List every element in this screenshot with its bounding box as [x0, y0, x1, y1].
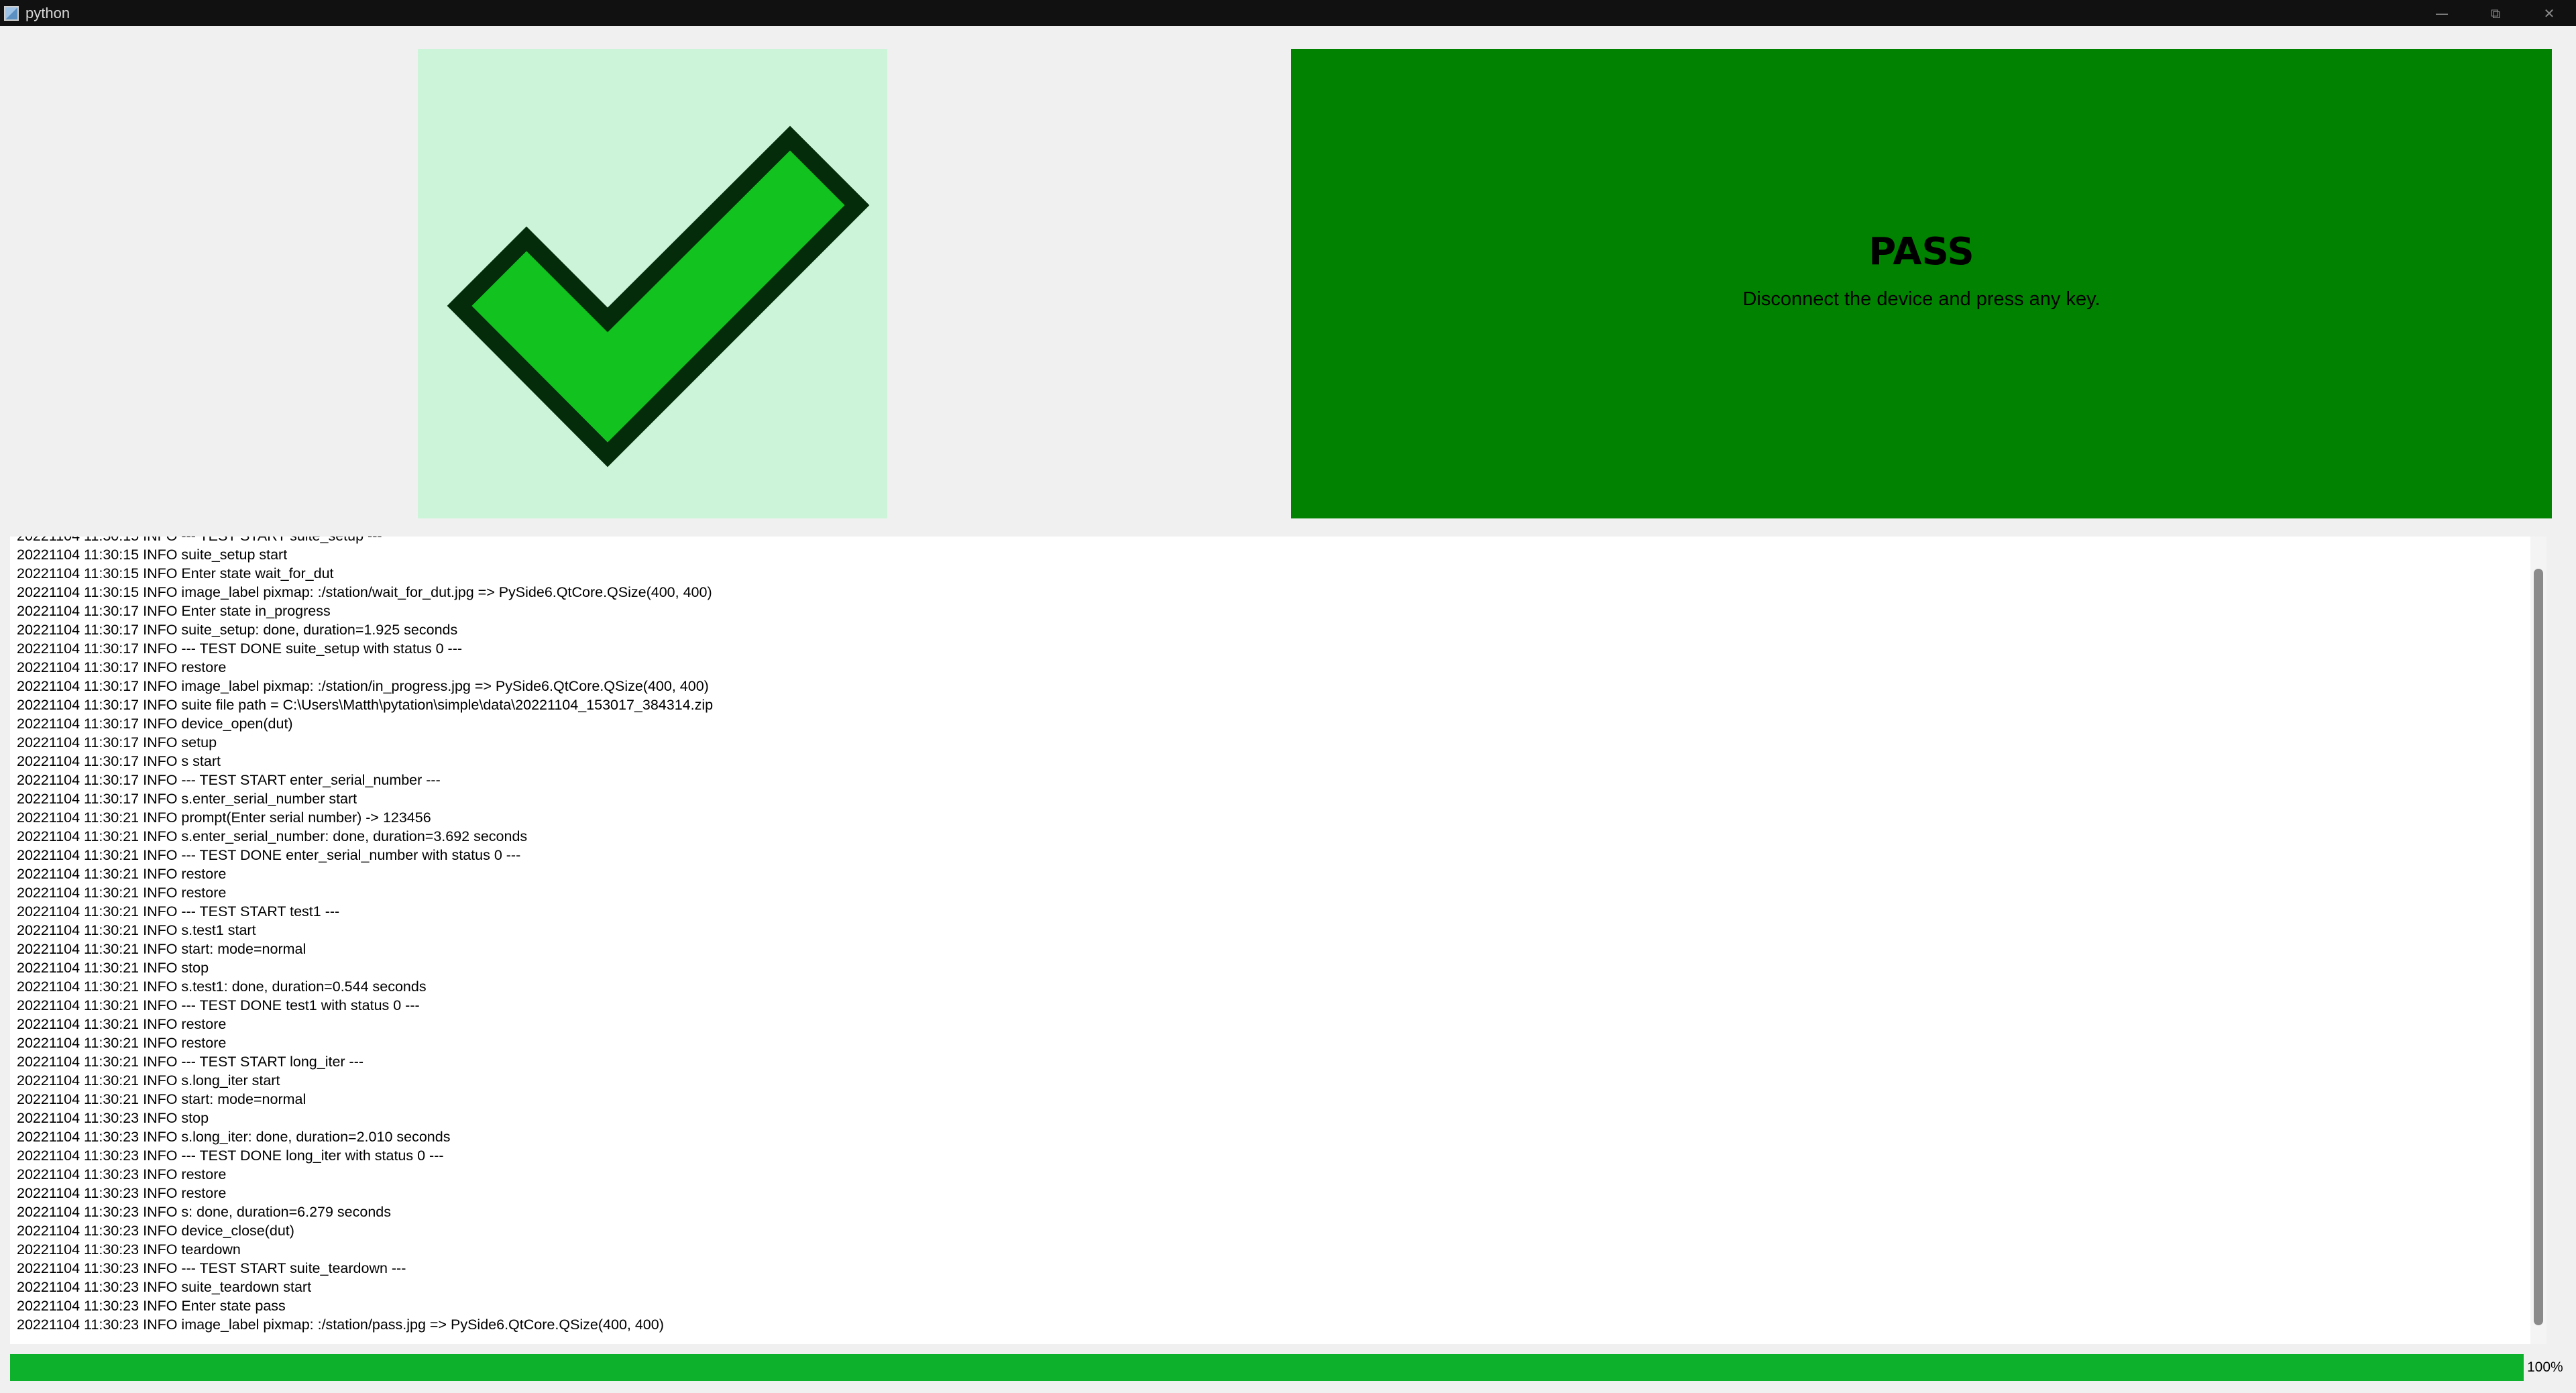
close-icon[interactable]: ✕ — [2522, 0, 2576, 26]
log-line: 20221104 11:30:23 INFO Enter state pass — [17, 1298, 286, 1314]
log-line: 20221104 11:30:17 INFO --- TEST DONE sui… — [17, 640, 463, 657]
log-line: 20221104 11:30:23 INFO s.long_iter: done… — [17, 1129, 451, 1145]
log-line: 20221104 11:30:15 INFO suite_setup start — [17, 547, 288, 563]
minimize-icon[interactable]: — — [2415, 0, 2469, 26]
log-line: 20221104 11:30:21 INFO stop — [17, 960, 209, 976]
app-icon — [4, 5, 19, 21]
checkmark-icon — [447, 125, 870, 467]
log-line: 20221104 11:30:21 INFO s.enter_serial_nu… — [17, 828, 528, 844]
status-title: PASS — [1868, 230, 1974, 274]
log-line: 20221104 11:30:15 INFO --- TEST START su… — [17, 537, 713, 545]
title-bar[interactable]: python — ⧉ ✕ — [0, 0, 2576, 26]
log-line: 20221104 11:30:21 INFO --- TEST DONE tes… — [17, 997, 420, 1013]
log-scrollbar[interactable] — [2530, 537, 2546, 1344]
log-line: 20221104 11:30:15 INFO Enter state wait_… — [17, 565, 334, 581]
status-message: Disconnect the device and press any key. — [1742, 288, 2101, 310]
log-line: 20221104 11:30:21 INFO prompt(Enter seri… — [17, 810, 431, 826]
log-line: 20221104 11:30:23 INFO --- TEST DONE lon… — [17, 1148, 444, 1164]
log-line: 20221104 11:30:23 INFO suite_teardown st… — [17, 1279, 312, 1295]
log-line: 20221104 11:30:21 INFO --- TEST START lo… — [17, 1054, 364, 1070]
log-output[interactable]: 20221104 11:30:15 INFO --- TEST START su… — [10, 537, 2546, 1344]
log-line: 20221104 11:30:21 INFO restore — [17, 1035, 227, 1051]
log-line: 20221104 11:30:17 INFO device_open(dut) — [17, 716, 293, 732]
scrollbar-thumb[interactable] — [2534, 569, 2543, 1325]
log-line: 20221104 11:30:23 INFO device_close(dut) — [17, 1223, 294, 1239]
log-line: 20221104 11:30:21 INFO --- TEST DONE ent… — [17, 847, 521, 863]
log-line: 20221104 11:30:17 INFO --- TEST START en… — [17, 772, 441, 788]
log-line: 20221104 11:30:17 INFO suite file path =… — [17, 697, 714, 713]
progress-bar — [10, 1354, 2524, 1381]
window-title: python — [25, 4, 70, 21]
progress-label: 100% — [2527, 1359, 2563, 1375]
log-line: 20221104 11:30:23 INFO --- TEST START su… — [17, 1260, 406, 1276]
log-line: 20221104 11:30:21 INFO restore — [17, 1016, 227, 1032]
log-line: 20221104 11:30:23 INFO stop — [17, 1110, 209, 1126]
log-line: 20221104 11:30:17 INFO s.enter_serial_nu… — [17, 791, 357, 807]
log-line: 20221104 11:30:17 INFO image_label pixma… — [17, 678, 709, 694]
window-controls: — ⧉ ✕ — [2415, 0, 2576, 26]
log-line: 20221104 11:30:17 INFO setup — [17, 734, 217, 750]
log-line: 20221104 11:30:15 INFO image_label pixma… — [17, 584, 712, 600]
log-line: 20221104 11:30:23 INFO image_label pixma… — [17, 1317, 664, 1333]
log-line: 20221104 11:30:17 INFO Enter state in_pr… — [17, 603, 331, 619]
log-line: 20221104 11:30:21 INFO start: mode=norma… — [17, 1091, 306, 1107]
progress-fill — [10, 1354, 2524, 1381]
status-panel: PASS Disconnect the device and press any… — [1291, 49, 2552, 518]
restore-icon[interactable]: ⧉ — [2469, 0, 2522, 26]
log-line: 20221104 11:30:17 INFO suite_setup: done… — [17, 622, 458, 638]
log-line: 20221104 11:30:21 INFO start: mode=norma… — [17, 941, 306, 957]
log-line: 20221104 11:30:21 INFO --- TEST START te… — [17, 903, 340, 920]
log-line: 20221104 11:30:21 INFO restore — [17, 885, 227, 901]
log-line: 20221104 11:30:17 INFO restore — [17, 659, 227, 675]
log-line: 20221104 11:30:21 INFO s.long_iter start — [17, 1072, 280, 1089]
log-line: 20221104 11:30:23 INFO restore — [17, 1185, 227, 1201]
log-line: 20221104 11:30:21 INFO s.test1: done, du… — [17, 979, 427, 995]
log-line: 20221104 11:30:17 INFO s start — [17, 753, 221, 769]
log-line: 20221104 11:30:23 INFO s: done, duration… — [17, 1204, 392, 1220]
log-line: 20221104 11:30:23 INFO teardown — [17, 1241, 241, 1258]
log-line: 20221104 11:30:21 INFO s.test1 start — [17, 922, 256, 938]
log-line: 20221104 11:30:23 INFO restore — [17, 1166, 227, 1182]
status-image — [418, 49, 887, 518]
log-line: 20221104 11:30:21 INFO restore — [17, 866, 227, 882]
log-lines: 20221104 11:30:15 INFO --- TEST START su… — [17, 537, 713, 1334]
